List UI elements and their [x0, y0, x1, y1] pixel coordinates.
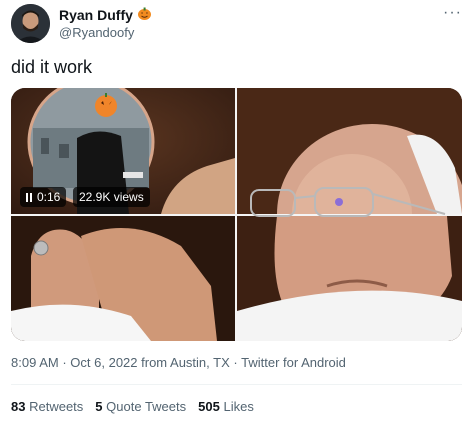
media-image-bottom-left[interactable]	[11, 216, 235, 341]
author-name[interactable]: Ryan Duffy	[59, 6, 152, 24]
video-time: 0:16	[37, 190, 61, 204]
tweet-time[interactable]: 8:09 AM	[11, 355, 59, 370]
tweet-date[interactable]: Oct 6, 2022	[70, 355, 137, 370]
author-handle[interactable]: @Ryandoofy	[59, 25, 134, 40]
tweet-metadata: 8:09 AM · Oct 6, 2022 from Austin, TX · …	[11, 355, 346, 370]
tweet-location[interactable]: from Austin, TX	[141, 355, 230, 370]
tweet-source[interactable]: Twitter for Android	[241, 355, 346, 370]
quote-tweets-label: Quote Tweets	[106, 399, 187, 414]
quote-tweets-stat[interactable]: 5 Quote Tweets	[95, 399, 186, 414]
retweets-count: 83	[11, 399, 26, 414]
engagement-stats: 83 Retweets 5 Quote Tweets 505 Likes	[11, 399, 254, 414]
media-image-bottom-right[interactable]	[237, 216, 462, 341]
more-options-button[interactable]: ···	[443, 4, 462, 22]
likes-stat[interactable]: 505 Likes	[198, 399, 254, 414]
retweets-stat[interactable]: 83 Retweets	[11, 399, 83, 414]
meta-dot-1: ·	[62, 355, 67, 370]
glasses-detail	[250, 187, 446, 217]
meta-dot-2: ·	[233, 355, 238, 370]
pumpkin-icon	[137, 6, 152, 24]
divider	[11, 384, 462, 385]
media-grid[interactable]: 0:16 22.9K views	[11, 88, 462, 341]
tweet-text: did it work	[11, 57, 93, 77]
likes-count: 505	[198, 399, 220, 414]
avatar[interactable]	[11, 4, 50, 43]
author-name-text[interactable]: Ryan Duffy	[59, 7, 133, 23]
pause-icon[interactable]	[26, 192, 32, 202]
likes-label: Likes	[223, 399, 254, 414]
video-views-chip: 22.9K views	[73, 187, 150, 207]
video-playback-chip[interactable]: 0:16	[20, 187, 67, 207]
quote-tweets-count: 5	[95, 399, 103, 414]
retweets-label: Retweets	[29, 399, 84, 414]
